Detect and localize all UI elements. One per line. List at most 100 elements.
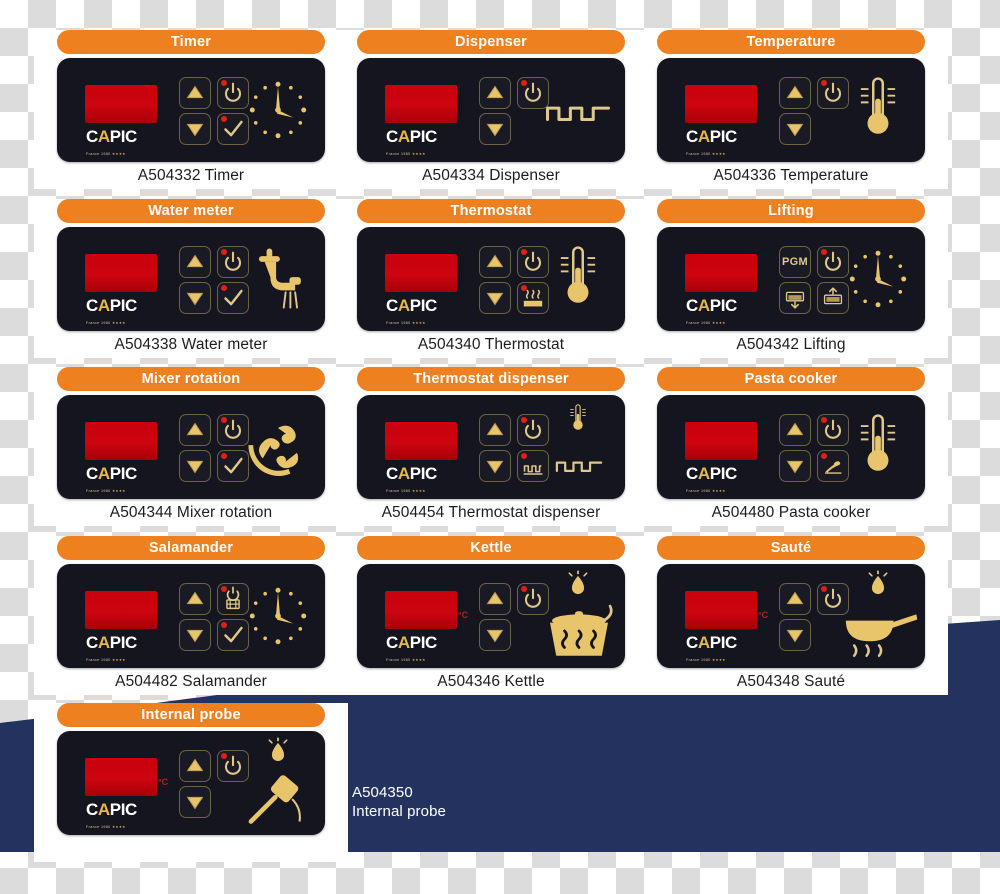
button-arrow-down[interactable] [179,450,211,482]
card-caption: A504348 Sauté [736,673,846,690]
button-arrow-up[interactable] [179,583,211,615]
card-caption: A504332 Timer [137,167,245,184]
logo-c: C [86,127,98,146]
button-arrow-down[interactable] [179,282,211,314]
led-display [385,422,457,460]
logo-subtitle: France 1980 ★★★★ [86,489,126,493]
card-caption: A504342 Lifting [736,336,846,353]
product-card: Thermostat CAPIC France 1980 ★★★★ A504340 T… [326,199,656,358]
degree-label: °C [758,610,769,620]
control-panel: °C CAPIC France 1980 ★★★★ [57,731,325,835]
banner-name: Internal probe [352,803,446,820]
capic-logo: CAPIC France 1980 ★★★★ [686,634,764,668]
core-probe-icon [239,771,319,829]
product-card: Pasta cooker CAPIC France 1980 ★★★★ A504480… [626,367,956,526]
control-panel: CAPIC France 1980 ★★★★ [57,227,325,331]
button-arrow-down[interactable] [179,786,211,818]
card-title-bar: Lifting [657,199,925,223]
faucet-icon [239,239,317,319]
button-arrow-up[interactable] [479,77,511,109]
button-arrow-down[interactable] [779,450,811,482]
card-title-bar: Temperature [657,30,925,54]
logo-c: C [86,296,98,315]
pulse-wave-icon [539,435,619,493]
button-arrow-up[interactable] [779,414,811,446]
button-arrow-up[interactable] [479,583,511,615]
logo-c: C [386,633,398,652]
clock-icon [239,576,317,656]
thermometer-icon [545,401,611,437]
button-arrow-up[interactable] [479,246,511,278]
logo-rest: PIC [109,464,138,483]
logo-a-star: A [697,633,710,652]
frying-pan-icon [839,604,919,662]
product-card: Internal probe °C CAPIC France 1980 ★★★★ [26,703,356,862]
button-arrow-up[interactable] [179,750,211,782]
button-arrow-up[interactable] [179,246,211,278]
button-arrow-up[interactable] [779,583,811,615]
clock-icon [839,239,917,319]
logo-a-star: A [397,127,410,146]
capic-logo: CAPIC France 1980 ★★★★ [686,128,764,162]
logo-a-star: A [97,633,110,652]
logo-a-star: A [697,296,710,315]
logo-a-star: A [397,633,410,652]
button-arrow-down[interactable] [179,113,211,145]
led-display [685,85,757,123]
logo-rest: PIC [709,127,738,146]
logo-a-star: A [397,296,410,315]
button-arrow-up[interactable] [179,77,211,109]
button-arrow-down[interactable] [479,450,511,482]
product-card: Mixer rotation CAPIC France 1980 ★★★★ A5043… [26,367,356,526]
clock-icon [239,70,317,150]
card-title-bar: Timer [57,30,325,54]
logo-subtitle: France 1980 ★★★★ [86,825,126,829]
button-basket-down[interactable] [779,282,811,314]
logo-a-star: A [97,127,110,146]
card-caption: A504480 Pasta cooker [711,504,871,521]
logo-c: C [386,464,398,483]
logo-rest: PIC [409,633,438,652]
button-arrow-up[interactable] [779,77,811,109]
led-display [85,758,157,796]
button-arrow-down[interactable] [179,619,211,651]
logo-subtitle: France 1980 ★★★★ [686,321,726,325]
logo-a-star: A [97,800,110,819]
logo-c: C [386,296,398,315]
card-caption: A504334 Dispenser [422,167,560,184]
button-arrow-down[interactable] [479,282,511,314]
logo-rest: PIC [409,296,438,315]
banner-code: A504350 [352,784,413,801]
logo-rest: PIC [709,633,738,652]
button-arrow-down[interactable] [779,619,811,651]
degree-label: °C [158,777,169,787]
card-title-bar: Kettle [357,536,625,560]
card-caption: A504482 Salamander [115,673,267,690]
button-pgm[interactable]: PGM [779,246,811,278]
button-arrow-down[interactable] [779,113,811,145]
probe-bulb-icon [845,570,911,606]
button-arrow-up[interactable] [479,414,511,446]
control-panel: CAPIC France 1980 ★★★★ [57,564,325,668]
led-display [385,85,457,123]
logo-rest: PIC [409,127,438,146]
capic-logo: CAPIC France 1980 ★★★★ [86,128,164,162]
button-arrow-up[interactable] [179,414,211,446]
led-display [85,254,157,292]
capic-logo: CAPIC France 1980 ★★★★ [386,634,464,668]
capic-logo: CAPIC France 1980 ★★★★ [86,634,164,668]
logo-c: C [686,296,698,315]
logo-c: C [86,464,98,483]
control-panel: CAPIC France 1980 ★★★★ [657,58,925,162]
led-display [85,591,157,629]
logo-rest: PIC [109,633,138,652]
capic-logo: CAPIC France 1980 ★★★★ [86,465,164,499]
control-panel: CAPIC France 1980 ★★★★ [357,395,625,499]
card-title-bar: Sauté [657,536,925,560]
capic-logo: CAPIC France 1980 ★★★★ [86,297,164,331]
logo-c: C [686,633,698,652]
button-arrow-down[interactable] [479,619,511,651]
button-arrow-down[interactable] [479,113,511,145]
degree-label: °C [458,610,469,620]
card-caption: A504344 Mixer rotation [109,504,273,521]
